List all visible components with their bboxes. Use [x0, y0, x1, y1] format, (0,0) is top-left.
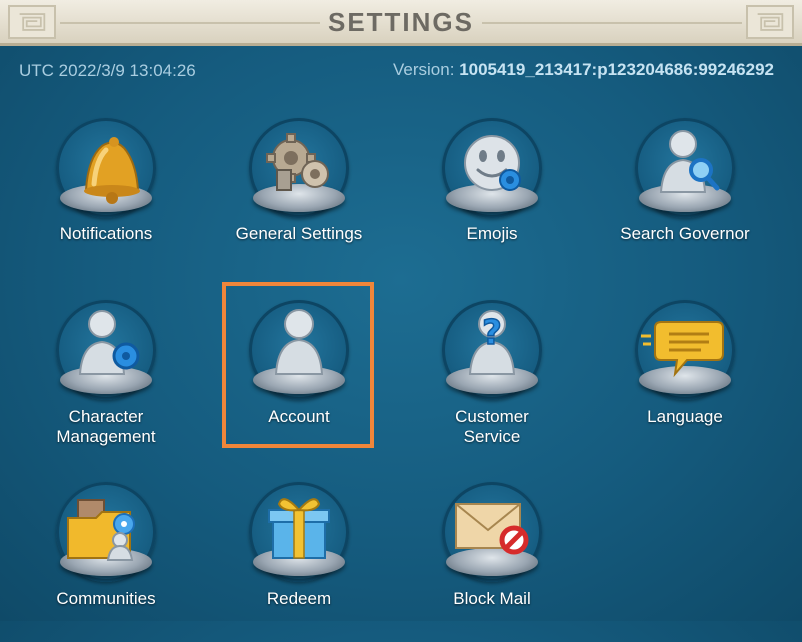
- header-bar: SETTINGS: [0, 0, 802, 46]
- version-value: 1005419_213417:p123204686:99246292: [459, 60, 774, 79]
- notifications-label: Notifications: [59, 224, 153, 243]
- general-settings-button[interactable]: General Settings: [204, 118, 394, 278]
- communities-button[interactable]: Communities: [11, 482, 201, 642]
- gears-icon: [266, 133, 329, 191]
- utc-time: UTC 2022/3/9 13:04:26: [19, 61, 196, 80]
- redeem-button[interactable]: Redeem: [204, 482, 394, 642]
- emojis-button[interactable]: Emojis: [397, 118, 587, 278]
- smiley-icon: [464, 135, 521, 191]
- version-label: Version:: [393, 60, 455, 79]
- version-info: Version: 1005419_213417:p123204686:99246…: [393, 60, 774, 80]
- search-governor-button[interactable]: Search Governor: [590, 118, 780, 278]
- character-management-label: Character Management: [56, 407, 156, 446]
- user-question-icon: ?: [468, 310, 516, 375]
- header-divider-right: [482, 22, 742, 24]
- gift-icon: [268, 498, 330, 559]
- notifications-button[interactable]: Notifications: [11, 118, 201, 278]
- customer-service-button[interactable]: ? Customer Service: [397, 300, 587, 460]
- character-management-button[interactable]: Character Management: [11, 300, 201, 460]
- bell-icon: [84, 137, 140, 204]
- search-user-icon: [659, 130, 720, 193]
- svg-text:?: ?: [482, 313, 502, 353]
- block-mail-button[interactable]: Block Mail: [397, 482, 587, 642]
- folder-community-icon: [67, 499, 135, 561]
- block-mail-label: Block Mail: [453, 589, 531, 608]
- language-button[interactable]: Language: [590, 300, 780, 460]
- general-settings-label: General Settings: [235, 224, 363, 243]
- speech-bubble-icon: [641, 321, 724, 378]
- search-governor-label: Search Governor: [620, 224, 750, 243]
- ornament-right-icon: [746, 5, 794, 39]
- user-gear-icon: [78, 310, 140, 375]
- mail-block-icon: [455, 503, 529, 555]
- communities-label: Communities: [56, 589, 156, 608]
- emojis-label: Emojis: [466, 224, 518, 243]
- account-highlight-frame: [222, 282, 374, 448]
- language-label: Language: [647, 407, 723, 426]
- redeem-label: Redeem: [266, 589, 332, 608]
- customer-service-label: Customer Service: [455, 407, 529, 446]
